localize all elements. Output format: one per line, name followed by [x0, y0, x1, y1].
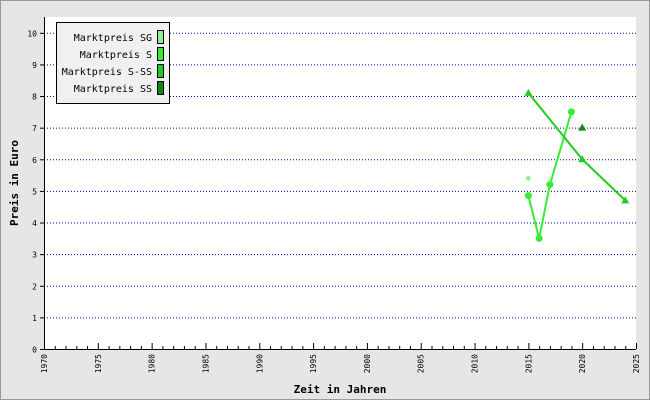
x-axis-title: Zeit in Jahren [294, 383, 387, 396]
x-tick-label: 1990 [255, 354, 264, 373]
data-point [546, 181, 554, 189]
x-tick-label: 1980 [148, 354, 157, 373]
y-tick-label: 7 [32, 124, 37, 133]
data-point [524, 192, 532, 200]
y-tick-label: 8 [32, 93, 37, 102]
y-tick-label: 3 [32, 251, 37, 260]
x-tick-label: 2025 [632, 354, 641, 373]
x-tick-label: 1970 [40, 354, 49, 373]
y-tick-label: 0 [32, 346, 37, 355]
x-tick-label: 2015 [524, 354, 533, 373]
x-tick-label: 2020 [578, 354, 587, 373]
line-chart: 0 1 2 3 4 5 6 7 8 9 10 1970 1975 1980 1985 1990 1995 2000… [8, 17, 641, 396]
legend-label: Marktpreis SG [74, 33, 152, 44]
y-tick-label: 4 [32, 219, 37, 228]
legend-label: Marktpreis S-SS [62, 67, 152, 78]
legend-swatch [157, 81, 164, 95]
legend-swatch [157, 64, 164, 78]
y-tick-label: 2 [32, 282, 37, 291]
data-point [535, 234, 543, 242]
x-tick-label: 1995 [309, 354, 318, 373]
x-tick-label: 2005 [417, 354, 426, 373]
y-tick-label: 9 [32, 61, 37, 70]
y-tick-label: 10 [27, 29, 37, 38]
x-tick-label: 2010 [471, 354, 480, 373]
y-tick-label: 1 [32, 314, 37, 323]
legend-swatch [157, 30, 164, 44]
data-point [567, 108, 575, 116]
legend-label: Marktpreis SS [74, 84, 152, 95]
x-tick-label: 2000 [363, 354, 372, 373]
legend-label: Marktpreis S [80, 50, 152, 61]
x-tick-label: 1975 [94, 354, 103, 373]
y-tick-label: 6 [32, 156, 37, 165]
legend: Marktpreis SG Marktpreis S Marktpreis S-SS… [56, 22, 170, 104]
y-tick-label: 5 [32, 187, 37, 196]
y-axis-title: Preis in Euro [8, 140, 21, 226]
chart-frame: 0 1 2 3 4 5 6 7 8 9 10 1970 1975 1980 1985 1990 1995 2000… [0, 0, 650, 400]
x-tick-label: 1985 [201, 354, 210, 373]
legend-swatch [157, 47, 164, 61]
